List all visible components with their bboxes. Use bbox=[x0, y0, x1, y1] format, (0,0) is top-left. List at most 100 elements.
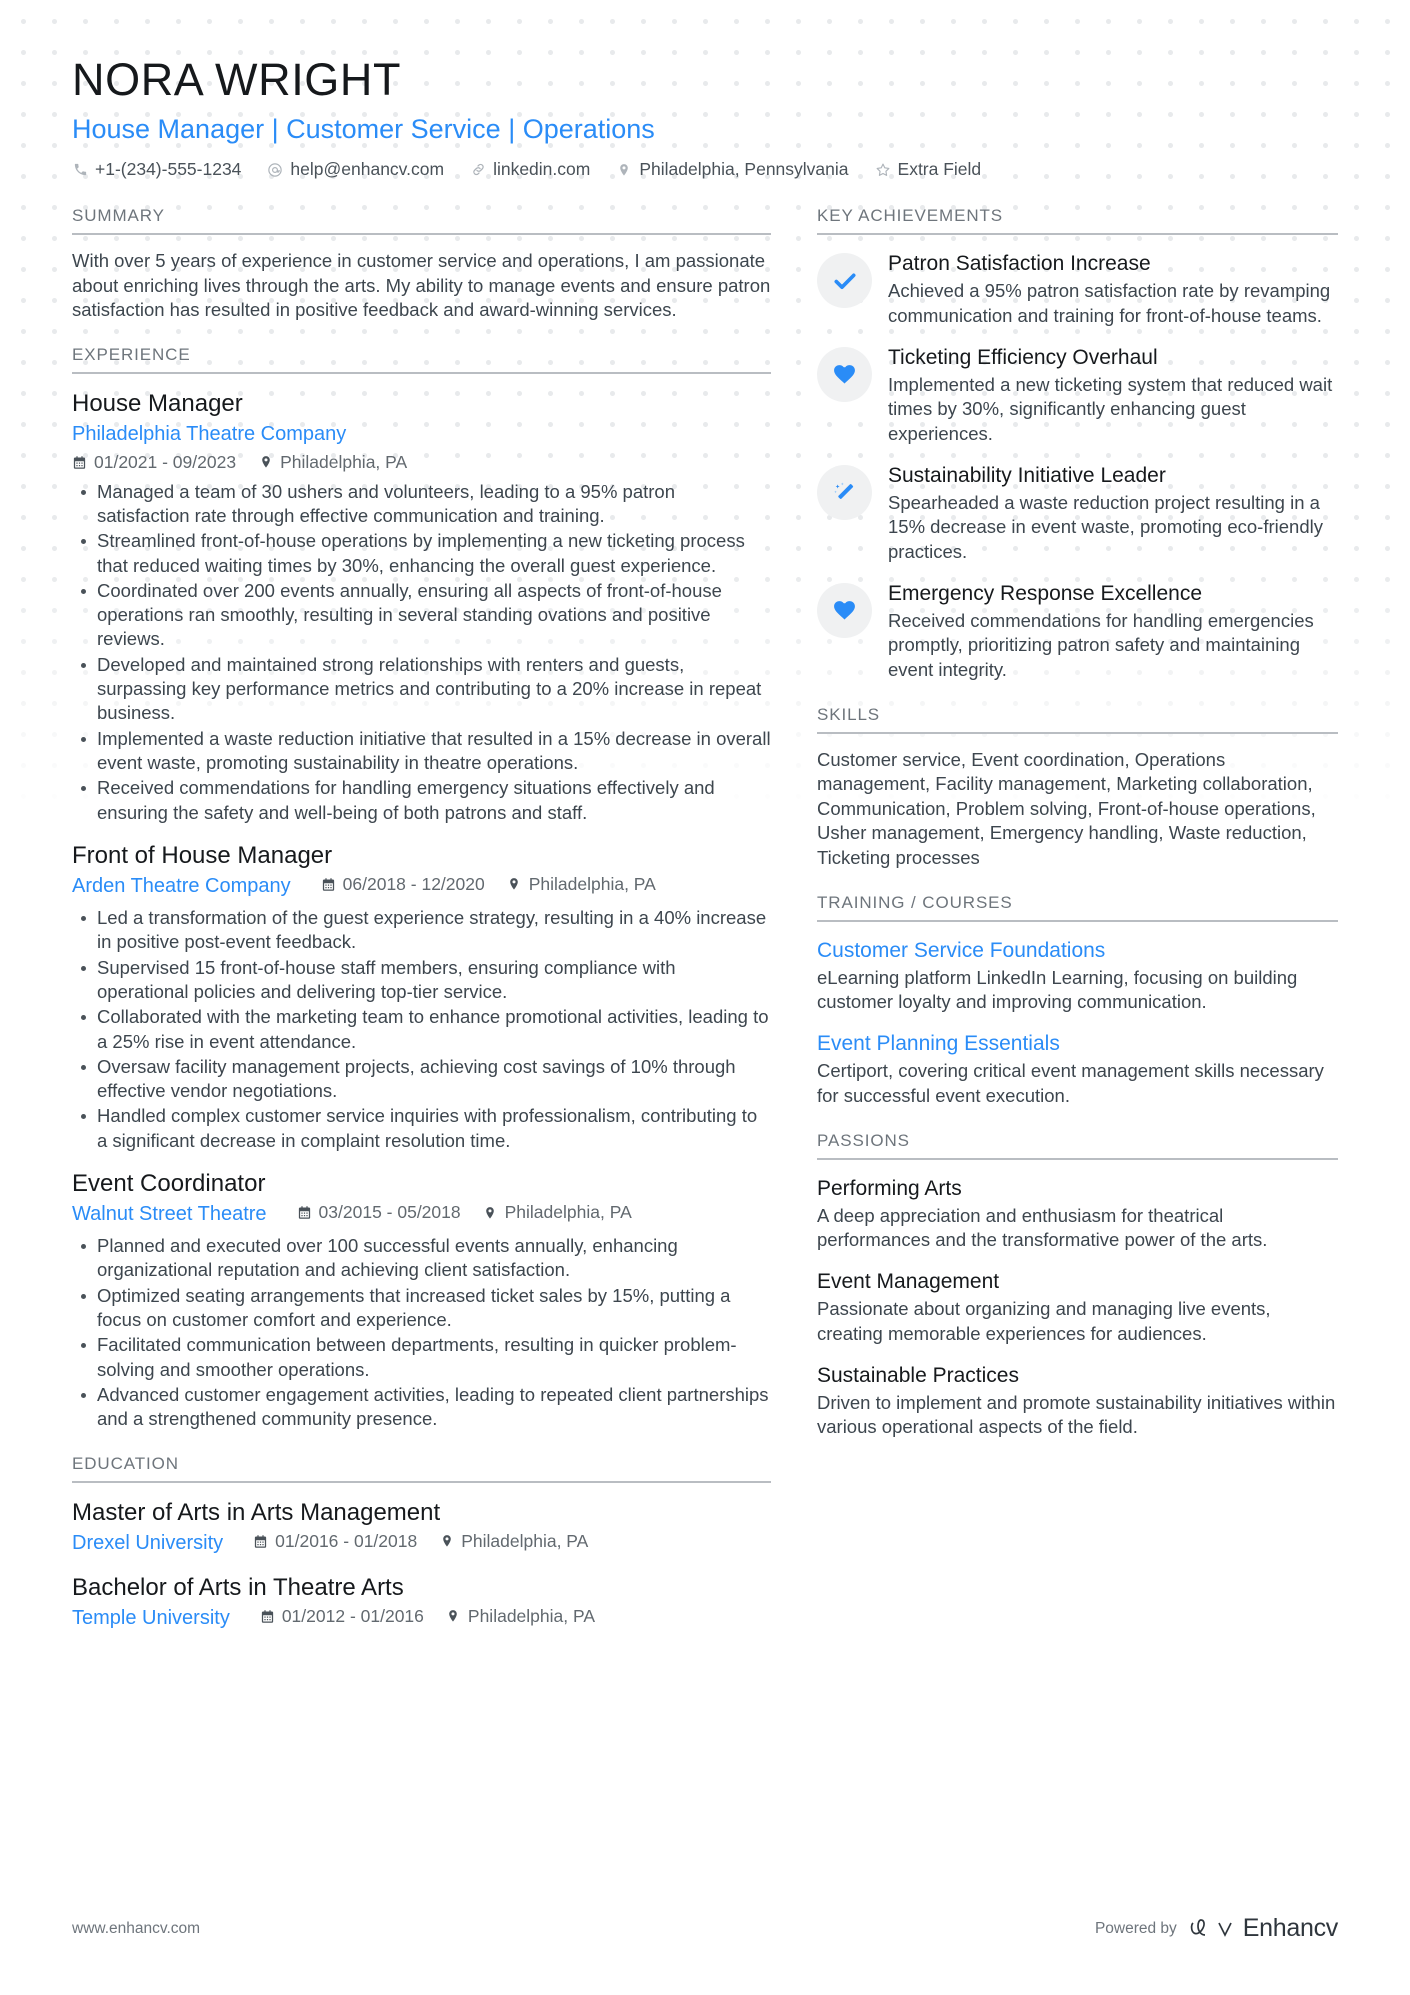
resume-header: NORA WRIGHT House Manager | Customer Ser… bbox=[72, 56, 1338, 180]
contact-extra-field[interactable]: Extra Field bbox=[875, 159, 981, 180]
professional-headline: House Manager | Customer Service | Opera… bbox=[72, 113, 655, 144]
experience-entry-location-text: Philadelphia, PA bbox=[504, 1202, 632, 1223]
experience-entry-list: House Manager Philadelphia Theatre Compan… bbox=[72, 389, 771, 1432]
education-entry-dates: 01/2016 - 01/2018 bbox=[253, 1530, 417, 1553]
experience-entry-role: Front of House Manager bbox=[72, 841, 333, 869]
contact-location[interactable]: Philadelphia, Pennsylvania bbox=[616, 159, 849, 180]
achievement-list: Patron Satisfaction Increase Achieved a 9… bbox=[817, 251, 1338, 683]
experience-entry-location: Philadelphia, PA bbox=[258, 451, 407, 474]
section-key-achievements: KEY ACHIEVEMENTS Patron Satisfaction Inc… bbox=[817, 206, 1338, 683]
education-entry-degree: Bachelor of Arts in Theatre Arts bbox=[72, 1573, 404, 1601]
section-education: EDUCATION Master of Arts in Arts Managem… bbox=[72, 1454, 771, 1632]
experience-entry-bullets: Planned and executed over 100 successful… bbox=[72, 1234, 771, 1432]
experience-entry-company[interactable]: Arden Theatre Company bbox=[72, 873, 291, 900]
enhancv-mark-icon bbox=[1190, 1918, 1232, 1937]
list-item: Collaborated with the marketing team to … bbox=[72, 1005, 771, 1054]
achievement-item: Emergency Response Excellence Received co… bbox=[817, 581, 1338, 683]
list-item: Led a transformation of the guest experi… bbox=[72, 906, 771, 955]
location-pin-icon bbox=[439, 1534, 454, 1549]
list-item: Optimized seating arrangements that incr… bbox=[72, 1284, 771, 1333]
list-item: Planned and executed over 100 successful… bbox=[72, 1234, 771, 1283]
calendar-icon bbox=[253, 1534, 268, 1549]
experience-entry-dates-text: 03/2015 - 05/2018 bbox=[318, 1202, 461, 1223]
experience-entry-location-text: Philadelphia, PA bbox=[280, 451, 408, 472]
heart-icon bbox=[817, 346, 872, 402]
enhancv-logo: Enhancv bbox=[1189, 1914, 1338, 1943]
education-entry-location: Philadelphia, PA bbox=[439, 1530, 588, 1553]
experience-entry-company[interactable]: Philadelphia Theatre Company bbox=[72, 421, 771, 448]
location-pin-icon bbox=[507, 877, 522, 892]
left-column: SUMMARY With over 5 years of experience … bbox=[72, 206, 817, 1654]
training-item-name[interactable]: Event Planning Essentials bbox=[817, 1030, 1338, 1057]
calendar-icon bbox=[297, 1205, 312, 1220]
passion-item-name: Performing Arts bbox=[817, 1176, 962, 1200]
experience-entry-dates-text: 01/2021 - 09/2023 bbox=[94, 451, 237, 472]
experience-entry-meta: 01/2021 - 09/2023 Philadelphia, PA bbox=[72, 451, 771, 474]
resume-columns: SUMMARY With over 5 years of experience … bbox=[72, 206, 1338, 1654]
education-section-title: EDUCATION bbox=[72, 1454, 771, 1483]
page-title: NORA WRIGHT bbox=[72, 54, 402, 105]
contact-phone[interactable]: +1-(234)-555-1234 bbox=[72, 159, 241, 180]
education-entry-subheader: Drexel University 01/2016 - 01/2018 Philad… bbox=[72, 1530, 771, 1557]
experience-entry-dates: 03/2015 - 05/2018 bbox=[297, 1201, 461, 1224]
right-column: KEY ACHIEVEMENTS Patron Satisfaction Inc… bbox=[817, 206, 1338, 1462]
passion-item-name: Sustainable Practices bbox=[817, 1363, 1019, 1387]
education-entry: Master of Arts in Arts Management Drexel … bbox=[72, 1498, 771, 1557]
achievement-description: Achieved a 95% patron satisfaction rate … bbox=[888, 280, 1331, 326]
experience-entry: House Manager Philadelphia Theatre Compan… bbox=[72, 389, 771, 825]
section-experience: EXPERIENCE House Manager Philadelphia The… bbox=[72, 345, 771, 1432]
enhancv-brand-name: Enhancv bbox=[1242, 1914, 1339, 1942]
experience-section-title: EXPERIENCE bbox=[72, 345, 771, 374]
contact-email[interactable]: help@enhancv.com bbox=[267, 159, 444, 180]
phone-icon bbox=[72, 162, 88, 178]
summary-text: With over 5 years of experience in custo… bbox=[72, 250, 771, 321]
section-skills: SKILLS Customer service, Event coordinat… bbox=[817, 705, 1338, 871]
heart-icon bbox=[817, 582, 872, 638]
experience-entry-location: Philadelphia, PA bbox=[507, 873, 656, 896]
skills-text: Customer service, Event coordination, Op… bbox=[817, 748, 1316, 868]
education-entry-school[interactable]: Drexel University bbox=[72, 1530, 223, 1557]
experience-entry-dates: 01/2021 - 09/2023 bbox=[72, 451, 236, 474]
email-icon bbox=[267, 162, 283, 178]
skills-section-title: SKILLS bbox=[817, 705, 1338, 734]
list-item: Implemented a waste reduction initiative… bbox=[72, 727, 771, 776]
achievement-body: Ticketing Efficiency Overhaul Implemented… bbox=[888, 345, 1338, 447]
experience-entry-company[interactable]: Walnut Street Theatre bbox=[72, 1201, 267, 1228]
experience-entry-dates-text: 06/2018 - 12/2020 bbox=[342, 874, 485, 895]
experience-entry-dates: 06/2018 - 12/2020 bbox=[321, 873, 485, 896]
page-footer: www.enhancv.com Powered by Enhancv bbox=[72, 1914, 1338, 1943]
experience-entry-meta: 03/2015 - 05/2018 Philadelphia, PA bbox=[297, 1201, 632, 1224]
passion-item-description: Driven to implement and promote sustaina… bbox=[817, 1391, 1336, 1438]
education-entry-meta: 01/2012 - 01/2016 Philadelphia, PA bbox=[260, 1605, 595, 1628]
calendar-icon bbox=[72, 455, 87, 470]
experience-entry-bullets: Led a transformation of the guest experi… bbox=[72, 906, 771, 1153]
footer-branding: Powered by Enhancv bbox=[1095, 1914, 1338, 1943]
education-entry-dates: 01/2012 - 01/2016 bbox=[260, 1605, 424, 1628]
experience-entry: Front of House Manager Arden Theatre Comp… bbox=[72, 841, 771, 1153]
achievement-description: Received commendations for handling emer… bbox=[888, 609, 1314, 681]
education-entry-location-text: Philadelphia, PA bbox=[467, 1605, 596, 1626]
location-pin-icon bbox=[616, 162, 632, 178]
list-item: Oversaw facility management projects, ac… bbox=[72, 1055, 771, 1104]
resume-content: NORA WRIGHT House Manager | Customer Ser… bbox=[0, 0, 1410, 1654]
experience-entry-meta: 06/2018 - 12/2020 Philadelphia, PA bbox=[321, 873, 656, 896]
education-entry-location-text: Philadelphia, PA bbox=[461, 1530, 589, 1551]
education-entry-school[interactable]: Temple University bbox=[72, 1605, 230, 1632]
education-entry-location: Philadelphia, PA bbox=[446, 1605, 595, 1628]
training-section-title: TRAINING / COURSES bbox=[817, 893, 1338, 922]
passion-item-description: A deep appreciation and enthusiasm for t… bbox=[817, 1204, 1268, 1251]
section-training: TRAINING / COURSES Customer Service Foun… bbox=[817, 893, 1338, 1109]
resume-page: NORA WRIGHT House Manager | Customer Ser… bbox=[0, 0, 1410, 1995]
achievement-body: Emergency Response Excellence Received co… bbox=[888, 581, 1338, 683]
training-item: Event Planning Essentials Certiport, cove… bbox=[817, 1030, 1338, 1108]
summary-section-title: SUMMARY bbox=[72, 206, 771, 236]
list-item: Handled complex customer service inquiri… bbox=[72, 1104, 771, 1153]
experience-entry-location: Philadelphia, PA bbox=[483, 1201, 632, 1224]
training-item: Customer Service Foundations eLearning pl… bbox=[817, 937, 1338, 1015]
footer-website-url[interactable]: www.enhancv.com bbox=[72, 1920, 200, 1938]
passion-item-name: Event Management bbox=[817, 1270, 1000, 1294]
contact-linkedin[interactable]: linkedin.com bbox=[470, 159, 590, 180]
training-item-name[interactable]: Customer Service Foundations bbox=[817, 937, 1338, 964]
training-item-description: Certiport, covering critical event manag… bbox=[817, 1060, 1324, 1106]
list-item: Coordinated over 200 events annually, en… bbox=[72, 579, 771, 652]
